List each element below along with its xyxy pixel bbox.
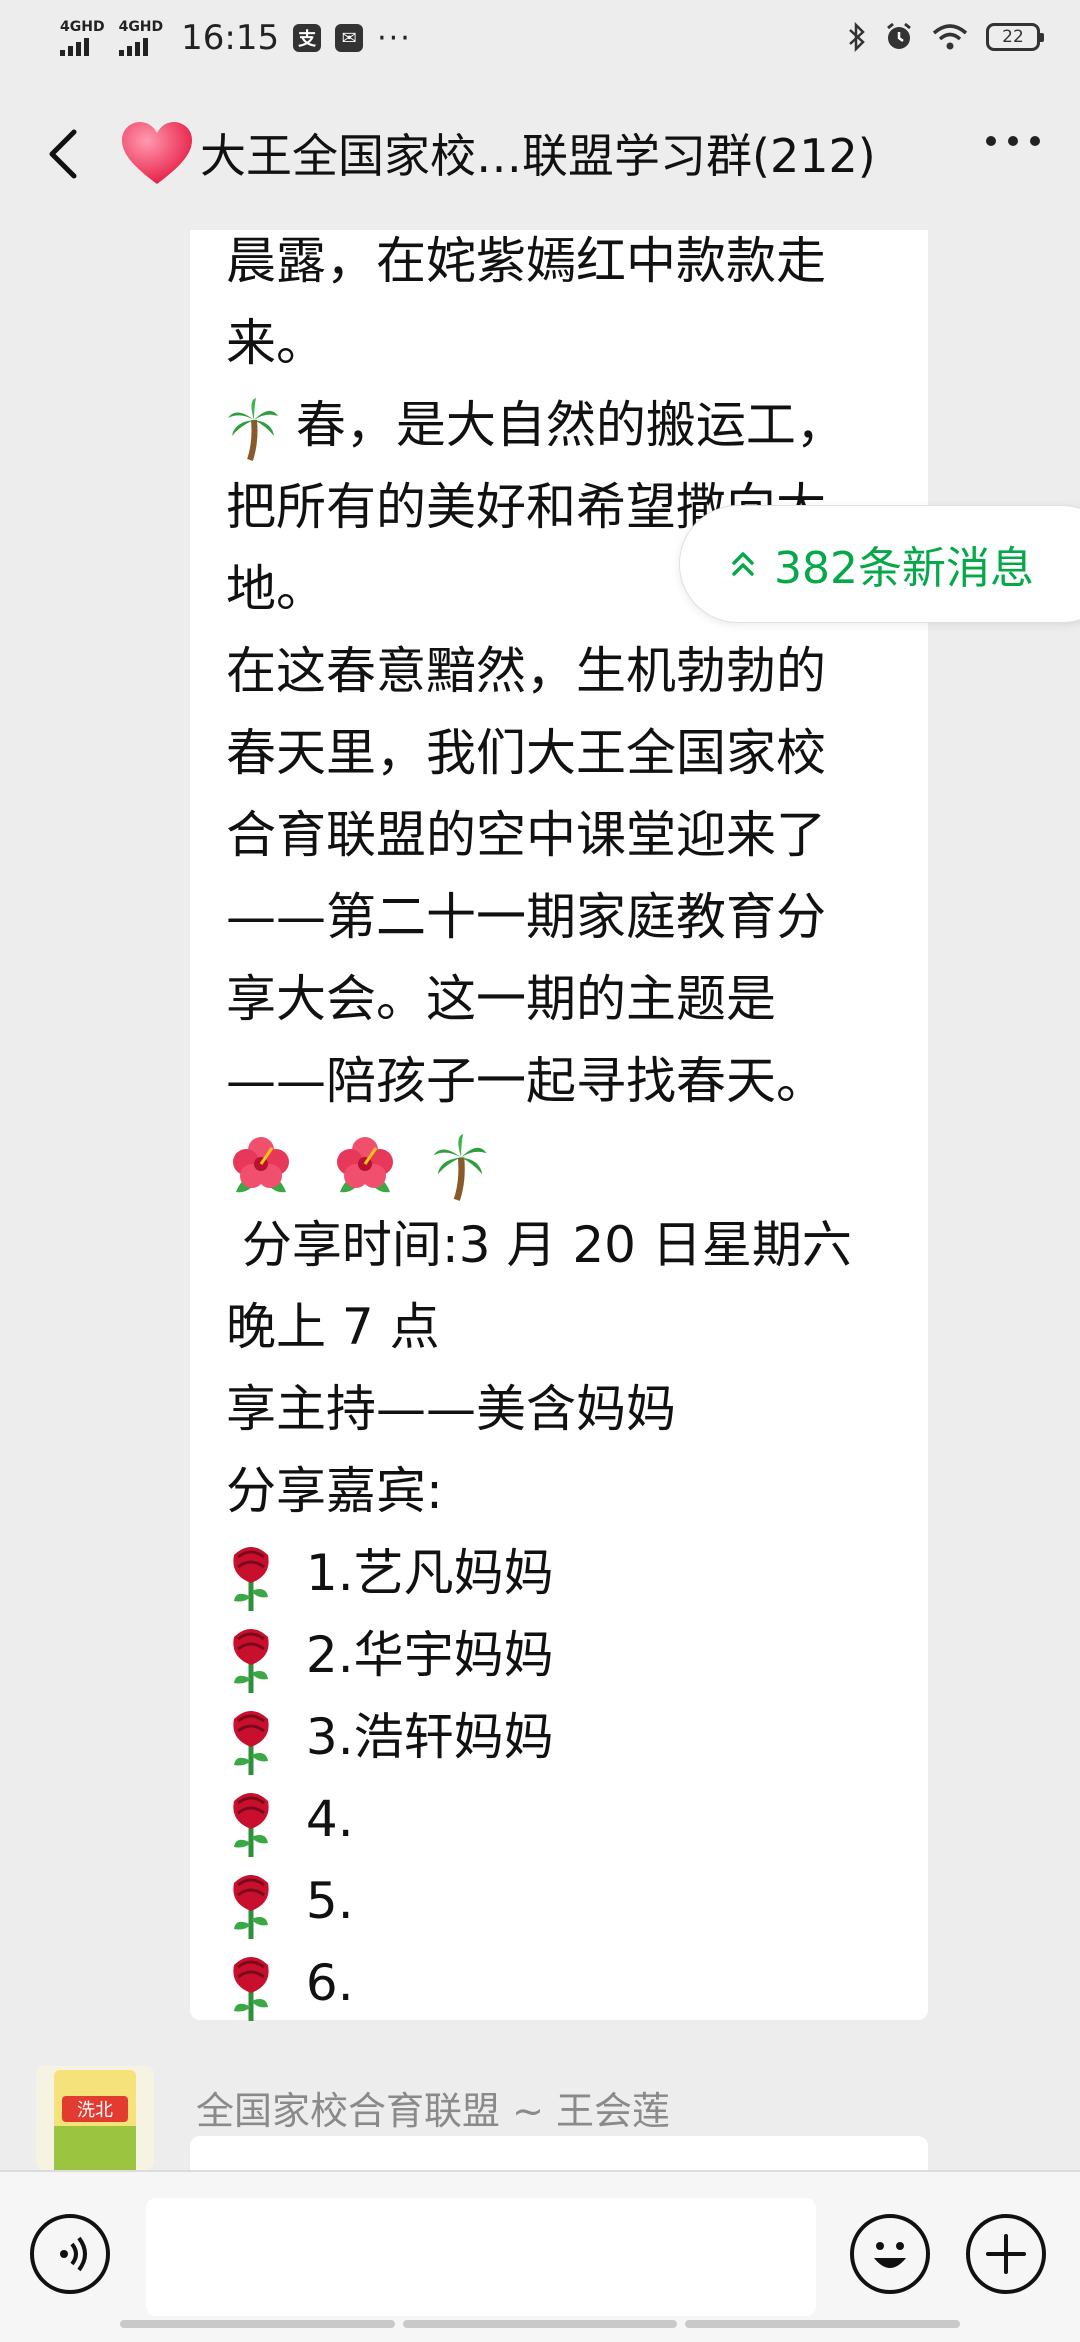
network-label-1: 4GHD	[60, 19, 105, 35]
hibiscus-icon	[233, 1136, 289, 1192]
voice-icon	[60, 2236, 87, 2272]
more-options-button[interactable]	[986, 136, 1040, 146]
signal-bars-icon	[60, 36, 89, 56]
guest-item: 1.艺凡妈妈	[226, 1532, 906, 1614]
voice-input-button[interactable]	[30, 2214, 110, 2294]
message-line: 享主持——美含妈妈	[226, 1380, 676, 1438]
rose-icon	[233, 1628, 269, 1693]
message-line: 春天里，我们大王全国家校	[226, 724, 826, 782]
guest-name: 5.	[305, 1872, 354, 1930]
back-arrow-icon[interactable]	[40, 124, 90, 184]
sender-name: 全国家校合育联盟 ~ 王会莲	[196, 2089, 670, 2133]
emoji-button[interactable]	[850, 2214, 930, 2294]
guest-item: 4.	[226, 1778, 906, 1860]
guest-name: 4.	[305, 1790, 354, 1848]
avatar[interactable]: 洗北	[36, 2066, 154, 2170]
message-line: 来。	[226, 314, 326, 372]
message-input[interactable]	[146, 2198, 816, 2316]
message-line: 分享时间:3 月 20 日星期六	[226, 1216, 852, 1274]
wifi-icon	[932, 24, 968, 50]
message-line: 晨露，在姹紫嫣红中款款走	[226, 232, 826, 290]
navigation-indicator	[120, 2320, 961, 2328]
chat-title: 大王全国家校…联盟学习群(212)	[200, 129, 876, 183]
chat-header: 大王全国家校…联盟学习群(212)	[0, 84, 1080, 230]
alarm-icon	[887, 22, 911, 49]
status-time: 16:15	[181, 18, 280, 58]
hibiscus-icon	[336, 1136, 393, 1192]
guest-item: 5.	[226, 1860, 906, 1942]
battery-level: 22	[1002, 27, 1024, 47]
network-label-2: 4GHD	[118, 19, 164, 35]
rose-icon	[233, 1956, 269, 2021]
status-left: 4GHD 4GHD 16:15 支 ✉ ···	[60, 18, 412, 58]
guest-item: 2.华宇妈妈	[226, 1614, 906, 1696]
message-bubble[interactable]: 晨露，在姹紫嫣红中款款走 来。 春，是大自然的搬运工， 把所有的美好和希望撒向大…	[190, 230, 928, 2021]
message-line: 享大会。这一期的主题是	[226, 970, 776, 1028]
smiley-icon	[874, 2242, 906, 2268]
chat-area[interactable]: 晨露，在姹紫嫣红中款款走 来。 春，是大自然的搬运工， 把所有的美好和希望撒向大…	[0, 230, 1080, 2170]
avatar-text: 洗北	[77, 2100, 113, 2121]
message-line: 春，是大自然的搬运工，	[226, 384, 906, 466]
signal-4g-1: 4GHD	[60, 20, 105, 56]
guest-item: 6.	[226, 1942, 906, 2024]
message-line: 晚上 7 点	[226, 1298, 440, 1356]
status-bar: 4GHD 4GHD 16:15 支 ✉ ··· 22	[0, 0, 1080, 84]
message-notification-icon: ✉	[335, 24, 364, 52]
guest-name: 2.华宇妈妈	[305, 1626, 554, 1684]
message-line: ——陪孩子一起寻找春天。	[226, 1052, 826, 1110]
message-line: 在这春意黯然，生机勃勃的	[226, 642, 826, 700]
guest-name: 1.艺凡妈妈	[305, 1544, 554, 1602]
emoji-line	[226, 1122, 906, 1204]
plus-icon	[986, 2234, 1026, 2274]
guest-name: 3.浩轩妈妈	[305, 1708, 554, 1766]
status-right: 22	[848, 22, 1044, 52]
alipay-notification-icon: 支	[293, 24, 322, 52]
message-line-text: 春，是大自然的搬运工，	[295, 396, 846, 454]
input-bar	[0, 2170, 1080, 2342]
message-line: 合育联盟的空中课堂迎来了	[226, 806, 826, 864]
message-line: ——第二十一期家庭教育分	[226, 888, 826, 946]
signal-4g-2: 4GHD	[118, 19, 164, 56]
double-chevron-up-icon	[732, 552, 754, 576]
guest-item: 3.浩轩妈妈	[226, 1696, 906, 1778]
bluetooth-icon	[849, 22, 865, 52]
message-text: 晨露，在姹紫嫣红中款款走 来。 春，是大自然的搬运工， 把所有的美好和希望撒向大…	[226, 230, 906, 2024]
battery-icon: 22	[986, 23, 1044, 51]
more-functions-button[interactable]	[966, 2214, 1046, 2294]
new-messages-button[interactable]: 382条新消息	[680, 506, 1080, 622]
rose-icon	[233, 1546, 269, 1611]
chat-title-wrap[interactable]: 大王全国家校…联盟学习群(212)	[120, 120, 876, 186]
signal-bars-icon	[118, 36, 148, 56]
more-notifications-icon: ···	[377, 20, 412, 56]
rose-icon	[233, 1792, 269, 1857]
palm-tree-icon	[228, 397, 278, 461]
message-line: 分享嘉宾:	[226, 1462, 443, 1520]
guest-name: 6.	[305, 1954, 354, 2012]
palm-tree-icon	[433, 1133, 487, 1201]
new-messages-label: 382条新消息	[774, 543, 1034, 594]
heart-icon	[122, 122, 192, 184]
rice-bag-avatar-icon: 洗北	[54, 2070, 136, 2170]
rose-icon	[233, 1874, 269, 1939]
rose-icon	[233, 1710, 269, 1775]
